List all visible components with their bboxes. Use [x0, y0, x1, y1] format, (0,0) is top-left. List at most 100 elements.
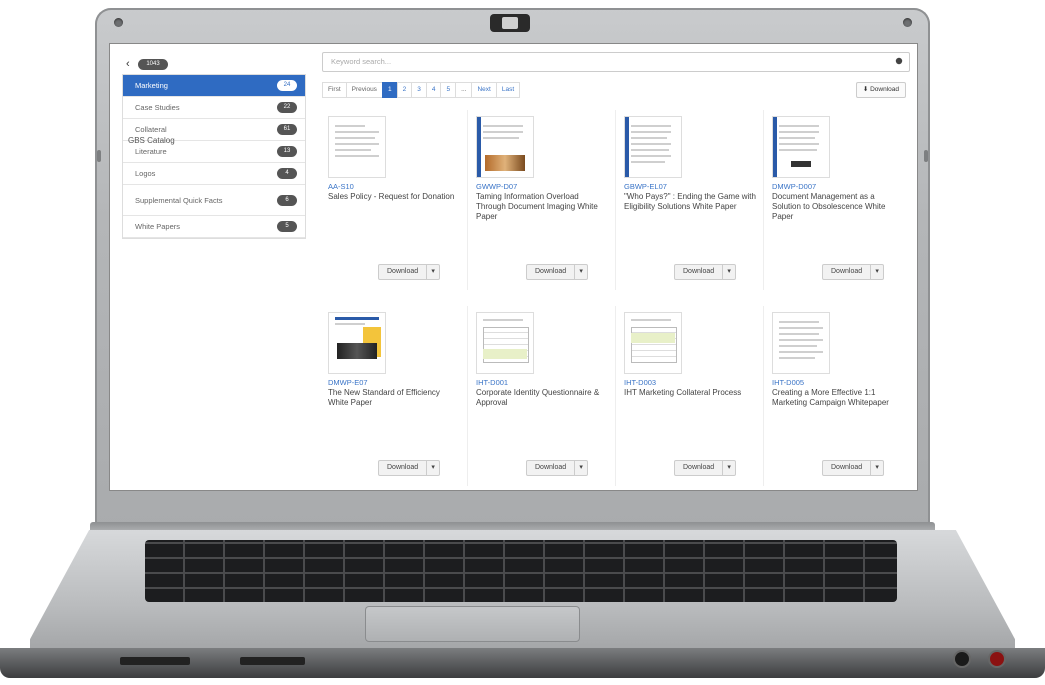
document-thumbnail[interactable] — [476, 116, 534, 178]
download-button-label: Download — [823, 461, 872, 475]
pagination-ellipsis: ... — [455, 82, 473, 98]
sidebar-item-label: Marketing — [135, 81, 168, 90]
download-button[interactable]: Download ▾ — [674, 264, 737, 280]
caret-down-icon[interactable]: ▾ — [723, 265, 735, 279]
caret-down-icon[interactable]: ▾ — [871, 265, 883, 279]
caret-down-icon[interactable]: ▾ — [871, 461, 883, 475]
search-input[interactable]: Keyword search... — [322, 52, 910, 72]
bezel-screw-right — [903, 18, 912, 27]
document-code[interactable]: GWWP-D07 — [476, 182, 517, 191]
document-title: Creating a More Effective 1:1 Marketing … — [772, 388, 889, 407]
document-title: "Who Pays?" : Ending the Game with Eligi… — [624, 192, 756, 211]
document-code[interactable]: DMWP-E07 — [328, 378, 368, 387]
bezel-screw-left — [114, 18, 123, 27]
trackpad — [365, 606, 580, 642]
document-thumbnail[interactable] — [624, 312, 682, 374]
document-card[interactable]: IHT-D005 Creating a More Effective 1:1 M… — [766, 306, 911, 486]
document-code[interactable]: IHT-D003 — [624, 378, 656, 387]
caret-down-icon[interactable]: ▾ — [575, 461, 587, 475]
laptop-screen: ‹ GBS Catalog 1043 Marketing 24 Case Stu… — [110, 44, 917, 490]
document-thumbnail[interactable] — [328, 312, 386, 374]
sidebar-item-marketing[interactable]: Marketing 24 — [123, 75, 305, 97]
document-card[interactable]: AA-S10 Sales Policy - Request for Donati… — [322, 110, 468, 290]
count-badge: 61 — [277, 124, 297, 135]
download-button[interactable]: Download ▾ — [822, 460, 885, 476]
download-button[interactable]: Download ▾ — [378, 460, 441, 476]
usb-port — [120, 657, 190, 665]
pagination-previous[interactable]: Previous — [345, 82, 383, 98]
sidebar-item-supplemental-quick-facts[interactable]: Supplemental Quick Facts 6 — [123, 185, 305, 216]
document-code[interactable]: IHT-D005 — [772, 378, 804, 387]
download-button-label: Download — [675, 461, 724, 475]
download-button[interactable]: Download ▾ — [526, 460, 589, 476]
category-list: Marketing 24 Case Studies 22 Collateral … — [122, 74, 306, 239]
card-slot — [240, 657, 305, 665]
sidebar-item-case-studies[interactable]: Case Studies 22 — [123, 97, 305, 119]
count-badge: 22 — [277, 102, 297, 113]
document-code[interactable]: IHT-D001 — [476, 378, 508, 387]
caret-down-icon[interactable]: ▾ — [723, 461, 735, 475]
download-button-label: Download — [527, 265, 576, 279]
caret-down-icon[interactable]: ▾ — [427, 461, 439, 475]
main-content: Keyword search... First Previous 1 2 3 4… — [322, 52, 910, 486]
chevron-left-icon[interactable]: ‹ — [126, 58, 138, 70]
document-title: The New Standard of Efficiency White Pap… — [328, 388, 440, 407]
pagination-first[interactable]: First — [322, 82, 347, 98]
document-thumbnail[interactable] — [772, 312, 830, 374]
download-button[interactable]: Download ▾ — [526, 264, 589, 280]
bezel-notch-right — [924, 150, 928, 162]
document-card[interactable]: DMWP-D007 Document Management as a Solut… — [766, 110, 911, 290]
sidebar-header[interactable]: ‹ GBS Catalog 1043 — [122, 54, 306, 145]
toolbar: First Previous 1 2 3 4 5 ... Next Last ⬇… — [322, 82, 910, 98]
download-button-label: Download — [379, 461, 428, 475]
sidebar-item-label: Collateral — [135, 125, 167, 134]
pagination-page-2[interactable]: 2 — [396, 82, 413, 98]
download-button[interactable]: Download ▾ — [822, 264, 885, 280]
document-card[interactable]: IHT-D003 IHT Marketing Collateral Proces… — [618, 306, 764, 486]
download-all-button[interactable]: ⬇ Download — [855, 82, 906, 98]
download-button[interactable]: Download ▾ — [674, 460, 737, 476]
document-card[interactable]: GBWP-EL07 "Who Pays?" : Ending the Game … — [618, 110, 764, 290]
document-card[interactable]: DMWP-E07 The New Standard of Efficiency … — [322, 306, 468, 486]
count-badge: 24 — [277, 80, 297, 91]
sidebar-item-label: Case Studies — [135, 103, 180, 112]
document-card[interactable]: GWWP-D07 Taming Information Overload Thr… — [470, 110, 616, 290]
catalog-app: ‹ GBS Catalog 1043 Marketing 24 Case Stu… — [110, 44, 917, 490]
document-code[interactable]: DMWP-D007 — [772, 182, 816, 191]
download-button-label: Download — [675, 265, 724, 279]
document-code[interactable]: AA-S10 — [328, 182, 354, 191]
keyboard — [145, 540, 897, 602]
count-badge: 4 — [277, 168, 297, 179]
caret-down-icon[interactable]: ▾ — [575, 265, 587, 279]
download-button-label: Download — [527, 461, 576, 475]
document-title: Document Management as a Solution to Obs… — [772, 192, 886, 221]
download-button[interactable]: Download ▾ — [378, 264, 441, 280]
document-thumbnail[interactable] — [624, 116, 682, 178]
document-code[interactable]: GBWP-EL07 — [624, 182, 667, 191]
pagination-page-3[interactable]: 3 — [411, 82, 427, 98]
document-thumbnail[interactable] — [772, 116, 830, 178]
sidebar-title: GBS Catalog — [128, 136, 175, 145]
document-thumbnail[interactable] — [476, 312, 534, 374]
pagination-last[interactable]: Last — [495, 82, 521, 98]
catalog-count-badge: 1043 — [138, 58, 168, 70]
document-thumbnail[interactable] — [328, 116, 386, 178]
sidebar-item-logos[interactable]: Logos 4 — [123, 163, 305, 185]
search-icon[interactable] — [895, 57, 903, 65]
bezel-notch-left — [97, 150, 101, 162]
sidebar-item-label: Literature — [135, 147, 167, 156]
document-title: Corporate Identity Questionnaire & Appro… — [476, 388, 600, 407]
headphone-jack — [955, 652, 969, 666]
pagination: First Previous 1 2 3 4 5 ... Next Last — [322, 82, 910, 98]
sidebar: ‹ GBS Catalog 1043 Marketing 24 Case Stu… — [122, 54, 306, 239]
pagination-page-4[interactable]: 4 — [425, 82, 442, 98]
caret-down-icon[interactable]: ▾ — [427, 265, 439, 279]
sidebar-item-label: Supplemental Quick Facts — [135, 195, 223, 205]
download-button-label: Download — [823, 265, 872, 279]
pagination-page-1[interactable]: 1 — [381, 82, 398, 98]
document-card[interactable]: IHT-D001 Corporate Identity Questionnair… — [470, 306, 616, 486]
download-all-label: Download — [870, 86, 899, 93]
sidebar-item-white-papers[interactable]: White Papers 5 — [123, 216, 305, 238]
pagination-page-5[interactable]: 5 — [440, 82, 457, 98]
pagination-next[interactable]: Next — [471, 82, 497, 98]
